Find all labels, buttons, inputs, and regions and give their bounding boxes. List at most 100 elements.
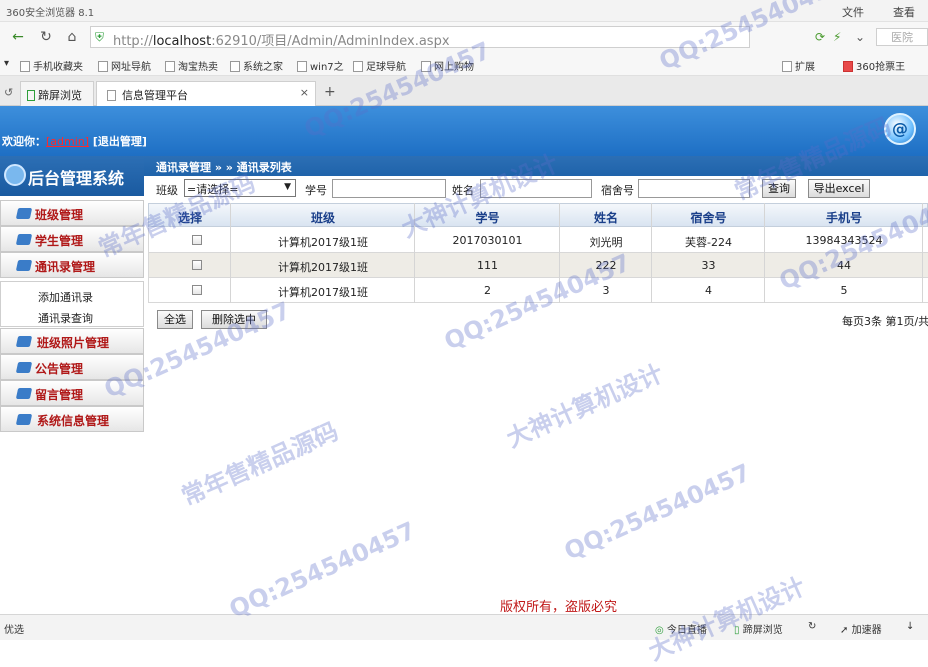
bookmark-toggle-icon[interactable]: ▾	[4, 58, 9, 69]
watermark-qq: QQ:254540457	[560, 458, 755, 566]
copyright-notice: 版权所有，盗版必究	[500, 600, 618, 615]
column-divider	[559, 203, 560, 303]
download-icon[interactable]: ↓	[906, 621, 914, 632]
logout-link[interactable]: [退出管理]	[93, 135, 147, 148]
folder-icon	[15, 414, 33, 425]
split-screen-icon: ▯	[734, 625, 740, 636]
row-checkbox[interactable]	[192, 260, 202, 270]
th-class: 班级	[310, 211, 335, 225]
sidebar-item-message[interactable]: 留言管理	[0, 380, 144, 406]
cell-dorm: 芙蓉-224	[685, 236, 732, 249]
column-divider	[230, 203, 231, 303]
bookmark-shopping[interactable]: 网上购物	[421, 58, 474, 73]
search-button[interactable]: 查询	[762, 179, 796, 198]
watermark-qq: QQ:254540457	[225, 516, 420, 624]
watermark-design: 大神计算机设计	[502, 359, 668, 454]
pagination-info: 每页3条 第1页/共	[842, 315, 928, 328]
cell-name: 刘光明	[589, 236, 623, 249]
th-student-no: 学号	[475, 211, 500, 225]
ticket-grab-button[interactable]: 360抢票王	[843, 58, 905, 73]
close-tab-icon[interactable]: ×	[300, 86, 309, 99]
cell-class: 计算机2017级1班	[278, 286, 368, 299]
refresh-green-icon[interactable]: ⟳	[815, 30, 825, 44]
export-excel-button[interactable]: 导出excel	[808, 179, 870, 198]
column-divider	[651, 203, 652, 303]
class-select[interactable]: =请选择= ▼	[184, 179, 296, 197]
bookmark-mobile[interactable]: 手机收藏夹	[20, 58, 83, 73]
chevron-down-icon[interactable]: ⌄	[855, 30, 865, 44]
status-left-text: 优选	[4, 625, 24, 636]
column-divider	[922, 203, 923, 303]
tab-info-platform[interactable]: 信息管理平台 ×	[96, 81, 316, 106]
row-checkbox[interactable]	[192, 235, 202, 245]
sidebar-item-class-photos[interactable]: 班级照片管理	[0, 328, 144, 354]
new-tab-button[interactable]: +	[324, 84, 336, 100]
sidebar-item-notice[interactable]: 公告管理	[0, 354, 144, 380]
system-logo-icon: @	[884, 113, 916, 145]
folder-icon	[15, 208, 33, 219]
home-icon[interactable]: ⌂	[62, 28, 82, 46]
cell-class: 计算机2017级1班	[278, 236, 368, 249]
menu-file[interactable]: 文件	[842, 4, 864, 20]
cell-name: 222	[595, 259, 617, 272]
cell-dorm: 33	[701, 259, 716, 272]
sidebar-item-student[interactable]: 学生管理	[0, 226, 144, 252]
sidebar-sub-query-contact[interactable]: 通讯录查询	[38, 310, 93, 326]
browser-title: 360安全浏览器 8.1	[6, 8, 95, 19]
live-button[interactable]: ◎ 今日直播	[655, 621, 707, 636]
back-arrow-icon[interactable]: ←	[8, 28, 28, 46]
menu-view[interactable]: 查看	[893, 4, 915, 20]
column-divider	[414, 203, 415, 303]
bookmark-win7[interactable]: win7之	[297, 58, 344, 73]
bookmark-football[interactable]: 足球导航	[353, 58, 406, 73]
sidebar-item-class[interactable]: 班级管理	[0, 200, 144, 226]
accelerator-button[interactable]: ➚ 加速器	[840, 621, 882, 636]
row-checkbox[interactable]	[192, 285, 202, 295]
cell-student-no: 2017030101	[452, 234, 523, 247]
class-label: 班级	[156, 184, 178, 197]
page-icon	[107, 90, 116, 101]
url-field[interactable]: ⛨ http://localhost:62910/项目/Admin/AdminI…	[90, 26, 750, 49]
dorm-input[interactable]	[638, 179, 750, 198]
lightning-icon[interactable]: ⚡	[833, 30, 841, 44]
cell-class: 计算机2017级1班	[278, 261, 368, 274]
url-text: http://localhost:62910/项目/Admin/AdminInd…	[113, 34, 450, 49]
breadcrumb: 通讯录管理 » » 通讯录列表	[144, 156, 928, 176]
split-browse-button[interactable]: ▯ 蹄屏浏览	[734, 621, 783, 636]
globe-icon	[4, 164, 26, 186]
sidebar-item-system-info[interactable]: 系统信息管理	[0, 406, 144, 432]
folder-icon	[15, 388, 33, 399]
table-row: 计算机2017级1班 2 3 4 5	[148, 278, 928, 303]
extensions-button[interactable]: 扩展	[782, 58, 815, 73]
username-link[interactable]: [admin]	[46, 135, 89, 148]
history-icon[interactable]: ↺	[4, 86, 13, 99]
sidebar-item-contacts[interactable]: 通讯录管理	[0, 252, 144, 278]
column-divider	[764, 203, 765, 303]
bookmark-taobao[interactable]: 淘宝热卖	[165, 58, 218, 73]
status-bar: 优选 ◎ 今日直播 ▯ 蹄屏浏览 ↻ ➚ 加速器 ↓	[0, 614, 928, 640]
th-phone: 手机号	[825, 211, 862, 225]
sidebar-sub-add-contact[interactable]: 添加通讯录	[38, 289, 93, 305]
refresh-icon[interactable]: ↻	[36, 28, 56, 46]
search-input[interactable]: 医院	[876, 28, 928, 46]
split-screen-icon	[27, 90, 35, 101]
cell-phone: 13984343524	[805, 234, 883, 247]
th-dorm: 宿舍号	[690, 211, 727, 225]
bookmark-nav[interactable]: 网址导航	[98, 58, 151, 73]
system-title: 后台管理系统	[0, 156, 144, 196]
welcome-text: 欢迎你：[admin] [退出管理]	[2, 135, 147, 148]
rocket-icon: ➚	[840, 625, 849, 636]
sidebar-submenu: 添加通讯录 通讯录查询	[0, 281, 144, 327]
bookmark-system[interactable]: 系统之家	[230, 58, 283, 73]
tab-split-browse[interactable]: 蹄屏浏览	[20, 81, 94, 106]
browser-title-bar: 360安全浏览器 8.1 文件 查看	[0, 0, 928, 22]
select-all-button[interactable]: 全选	[157, 310, 193, 329]
status-refresh-icon[interactable]: ↻	[808, 621, 816, 632]
student-no-input[interactable]	[332, 179, 446, 198]
name-input[interactable]	[480, 179, 592, 198]
delete-selected-button[interactable]: 删除选中	[201, 310, 267, 329]
table-header: 选择 班级 学号 姓名 宿舍号 手机号	[148, 203, 928, 227]
security-shield-icon: ⛨	[95, 30, 105, 44]
address-bar-row: ← ↻ ⌂ ⛨ http://localhost:62910/项目/Admin/…	[0, 22, 928, 52]
folder-icon	[15, 362, 33, 373]
